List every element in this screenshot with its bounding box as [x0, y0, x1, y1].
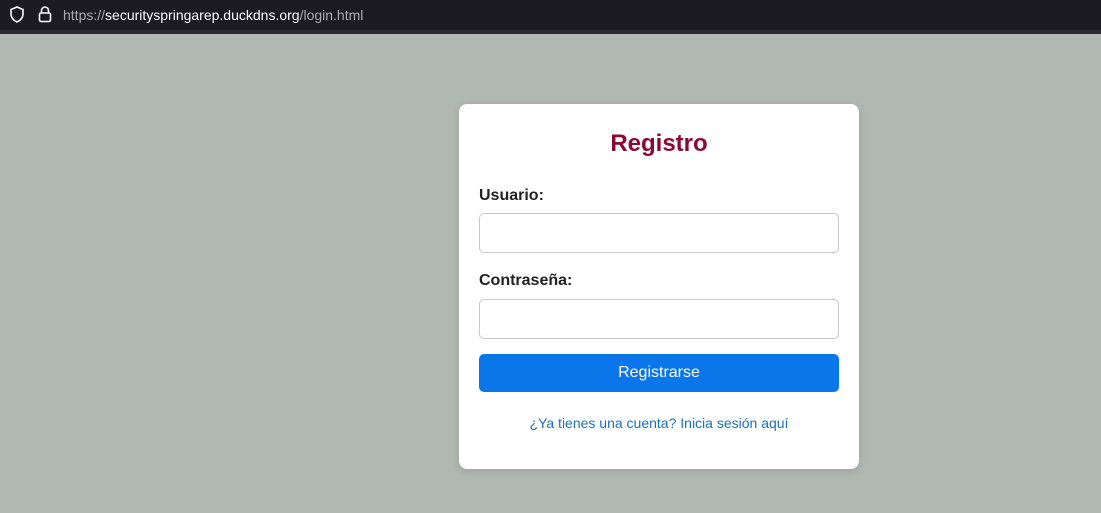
url-scheme: https:// — [63, 7, 106, 23]
username-label: Usuario: — [479, 187, 544, 204]
url-path: /login.html — [299, 7, 364, 23]
register-button[interactable]: Registrarse — [479, 354, 839, 392]
username-input[interactable] — [479, 213, 839, 253]
url-text[interactable]: https://securityspringarep.duckdns.org/l… — [63, 7, 363, 23]
form-title: Registro — [610, 130, 708, 157]
shield-icon[interactable] — [9, 6, 25, 23]
url-host: securityspringarep.duckdns.org — [105, 7, 300, 23]
password-input[interactable] — [479, 299, 839, 339]
register-card: Registro Usuario: Contraseña: Registrars… — [459, 104, 859, 469]
password-label: Contraseña: — [479, 272, 573, 289]
login-link[interactable]: ¿Ya tienes una cuenta? Inicia sesión aqu… — [459, 414, 859, 432]
browser-address-bar: https://securityspringarep.duckdns.org/l… — [0, 0, 1101, 34]
lock-icon[interactable] — [38, 5, 52, 23]
